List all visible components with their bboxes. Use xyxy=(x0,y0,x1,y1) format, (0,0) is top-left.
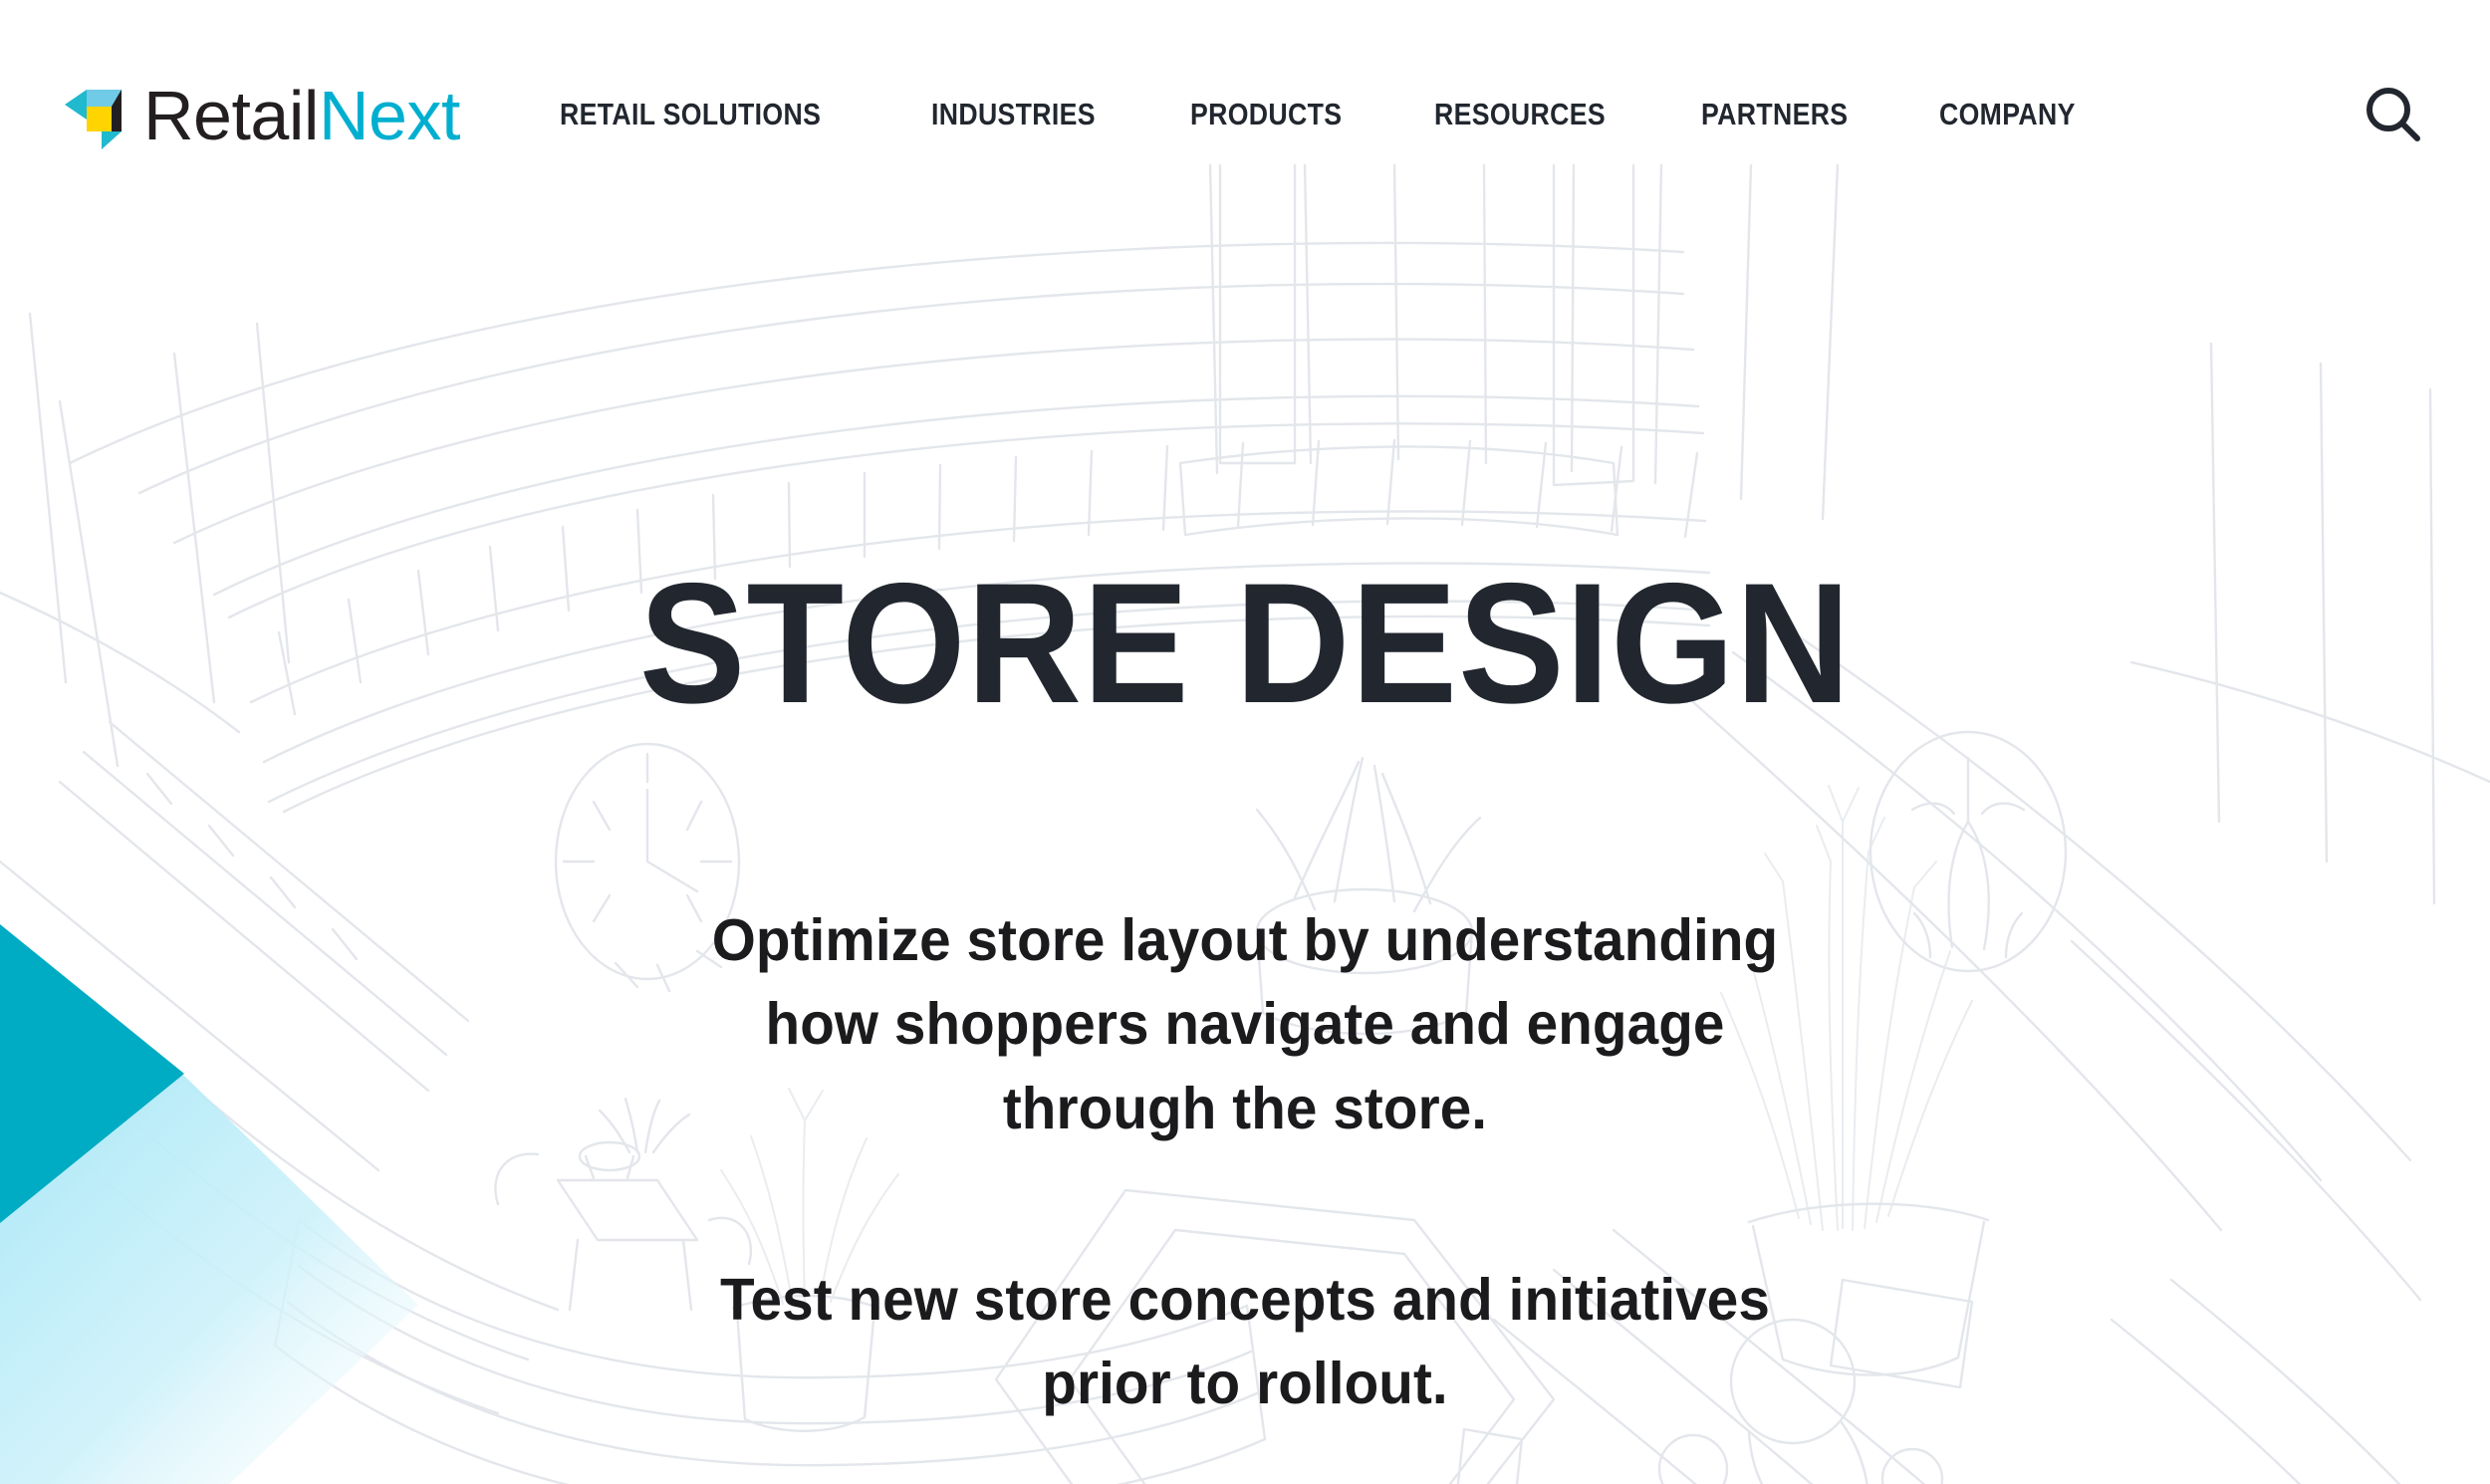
hero-body: Optimize store layout by understanding h… xyxy=(657,898,1833,1426)
search-button[interactable] xyxy=(2357,78,2430,151)
nav-item-partners[interactable]: PARTNERS xyxy=(1701,87,1848,142)
nav-item-company[interactable]: COMPANY xyxy=(1939,87,2076,142)
page-root: RetailNext RETAIL SOLUTIONS INDUSTRIES P… xyxy=(0,0,2490,1484)
brand-logo-link[interactable]: RetailNext xyxy=(62,81,460,154)
brand-wordmark: RetailNext xyxy=(143,81,460,154)
hero-paragraph-2: Test new store concepts and initiatives … xyxy=(720,1267,1770,1417)
page-title: STORE DESIGN xyxy=(638,548,1852,739)
brand-word-retail: Retail xyxy=(143,77,319,154)
hero-paragraph-1: Optimize store layout by understanding h… xyxy=(711,907,1779,1141)
nav-item-resources[interactable]: RESOURCES xyxy=(1434,87,1606,142)
nav-item-products[interactable]: PRODUCTS xyxy=(1190,87,1342,142)
retailnext-arrow-logo-icon xyxy=(62,82,129,153)
brand-word-next: Next xyxy=(318,77,460,154)
site-header: RetailNext RETAIL SOLUTIONS INDUSTRIES P… xyxy=(0,0,2490,229)
nav-item-retail-solutions[interactable]: RETAIL SOLUTIONS xyxy=(560,87,821,142)
search-icon xyxy=(2363,84,2424,145)
nav-item-industries[interactable]: INDUSTRIES xyxy=(931,87,1096,142)
hero-section: STORE DESIGN Optimize store layout by un… xyxy=(0,229,2490,1484)
main-navigation: RETAIL SOLUTIONS INDUSTRIES PRODUCTS RES… xyxy=(560,87,2357,142)
